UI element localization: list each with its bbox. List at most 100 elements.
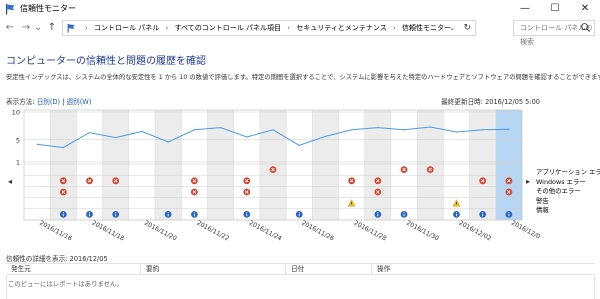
day-column[interactable] xyxy=(286,110,313,220)
address-bar[interactable]: › コントロール パネル › すべてのコントロール パネル項目 › セキュリティ… xyxy=(62,20,476,36)
legend-windows-error: Windows エラー xyxy=(536,177,586,186)
stability-point xyxy=(482,129,484,131)
breadcrumb-security-maintenance[interactable]: セキュリティとメンテナンス xyxy=(296,24,386,32)
warning-icon-mark xyxy=(351,201,353,205)
stability-point xyxy=(115,136,117,139)
stability-point xyxy=(403,129,405,131)
info-icon-dot xyxy=(62,212,64,214)
x-date-label: 2016/11/22 xyxy=(195,220,230,243)
stability-point xyxy=(351,129,353,131)
day-column[interactable] xyxy=(128,110,156,220)
refresh-icon[interactable]: ↻ xyxy=(463,21,471,35)
warning-icon-mark xyxy=(456,201,457,205)
info-icon-dot xyxy=(482,212,484,214)
stability-point xyxy=(455,131,458,133)
info-icon-dot xyxy=(298,212,300,214)
x-date-label: 2016/12/02 xyxy=(458,220,493,243)
minimize-button[interactable]: — xyxy=(510,0,540,18)
day-column[interactable] xyxy=(233,110,260,220)
stability-point xyxy=(429,126,431,128)
y-tick-label: 10 xyxy=(12,109,20,117)
info-icon-dot xyxy=(89,212,91,214)
scroll-right-button[interactable]: ▸ xyxy=(526,177,530,186)
day-column[interactable] xyxy=(76,110,103,220)
x-date-label: 2016/11/26 xyxy=(300,220,335,243)
chart-legend: アプリケーション エラー Windows エラー その他のエラー 警告 情報 xyxy=(536,168,600,216)
empty-list-message: このビューにはレポートはありません。 xyxy=(8,280,123,288)
y-tick-label: 5 xyxy=(16,136,20,144)
view-by-days-link[interactable]: 日別(D) xyxy=(37,98,60,106)
info-icon-dot xyxy=(377,212,379,214)
day-column[interactable] xyxy=(312,110,339,220)
address-toolbar: ← → ⌄ ↑ › コントロール パネル › すべてのコントロール パネル項目 … xyxy=(0,18,600,46)
day-column[interactable] xyxy=(469,110,496,220)
reliability-flag-icon xyxy=(6,4,15,15)
selected-day-column[interactable] xyxy=(495,110,522,220)
info-icon-mark xyxy=(482,213,484,217)
details-heading: 信頼性の詳細を表示: 2016/12/05 xyxy=(6,255,108,263)
maximize-button[interactable]: ☐ xyxy=(540,0,570,18)
x-date-label: 2016/11/24 xyxy=(248,220,283,243)
column-header-date[interactable]: 日付 xyxy=(286,264,372,275)
legend-other-error: その他のエラー xyxy=(536,187,581,195)
stability-point xyxy=(167,141,169,143)
day-column[interactable] xyxy=(259,110,287,220)
info-icon-mark xyxy=(89,213,90,217)
day-column[interactable] xyxy=(390,110,418,220)
close-button[interactable]: ✕ xyxy=(570,0,600,18)
column-header-source[interactable]: 発生元 xyxy=(6,264,141,275)
reliability-flag-icon xyxy=(67,23,75,33)
stability-point xyxy=(36,143,38,145)
breadcrumb-control-panel[interactable]: コントロール パネル xyxy=(94,24,159,32)
stability-point xyxy=(193,129,195,131)
day-column[interactable] xyxy=(50,110,77,220)
x-date-label: 2016/12/04 xyxy=(510,220,540,243)
legend-warning: 警告 xyxy=(536,196,549,205)
view-by-weeks-link[interactable]: 週別(W) xyxy=(67,98,92,106)
info-icon-dot xyxy=(193,212,195,214)
up-button[interactable]: ↑ xyxy=(46,21,58,35)
breadcrumb-reliability-monitor[interactable]: 信頼性モニター xyxy=(402,24,451,32)
search-box[interactable]: コントロール パネルの検索 xyxy=(513,20,595,46)
day-column[interactable] xyxy=(207,110,234,220)
info-icon-mark xyxy=(403,213,405,217)
info-icon-mark xyxy=(62,213,64,217)
x-date-label: 2016/11/28 xyxy=(353,220,388,243)
view-mode-selector: 表示方法: 日別(D) | 週別(W) xyxy=(6,98,92,106)
x-date-label: 2016/11/30 xyxy=(405,220,440,243)
day-column[interactable] xyxy=(155,110,182,220)
x-date-label: 2016/11/20 xyxy=(143,220,178,243)
column-header-action[interactable]: 操作 xyxy=(372,264,595,275)
info-icon-dot xyxy=(246,212,248,214)
day-column[interactable] xyxy=(364,110,391,220)
info-icon-mark xyxy=(508,213,510,217)
stability-point xyxy=(508,128,510,130)
day-column[interactable] xyxy=(24,110,51,220)
info-icon-mark xyxy=(167,213,169,217)
info-icon-mark xyxy=(377,213,379,217)
reliability-chart[interactable]: 10 5 1 ◂ ▸ 2016/11/16 2016/11/18 2016/11/20 2016… xyxy=(0,108,540,244)
scroll-left-button[interactable]: ◂ xyxy=(8,177,12,186)
day-column[interactable] xyxy=(102,110,129,220)
y-tick-label: 1 xyxy=(16,159,20,167)
info-icon-dot xyxy=(115,212,117,214)
info-icon-dot xyxy=(403,212,405,214)
info-icon-dot xyxy=(167,212,169,214)
info-icon-mark xyxy=(298,213,300,217)
recent-locations-button[interactable]: ⌄ xyxy=(34,21,42,35)
stability-point xyxy=(62,146,64,149)
day-column[interactable] xyxy=(181,110,208,220)
column-header-summary[interactable]: 要約 xyxy=(141,264,286,275)
forward-button[interactable]: → xyxy=(20,21,32,35)
info-icon-dot xyxy=(455,212,457,214)
breadcrumb-all-items[interactable]: すべてのコントロール パネル項目 xyxy=(175,24,281,32)
info-icon-mark xyxy=(193,213,195,217)
stability-point xyxy=(377,126,379,129)
address-dropdown-icon[interactable]: ⌄ xyxy=(449,21,455,35)
window-title: 信頼性モニター xyxy=(20,4,76,13)
stability-point xyxy=(324,135,327,138)
back-button[interactable]: ← xyxy=(4,21,16,35)
info-icon-mark xyxy=(246,213,248,217)
legend-information: 情報 xyxy=(536,206,549,214)
details-column-headers: 発生元 要約 日付 操作 xyxy=(6,263,595,275)
